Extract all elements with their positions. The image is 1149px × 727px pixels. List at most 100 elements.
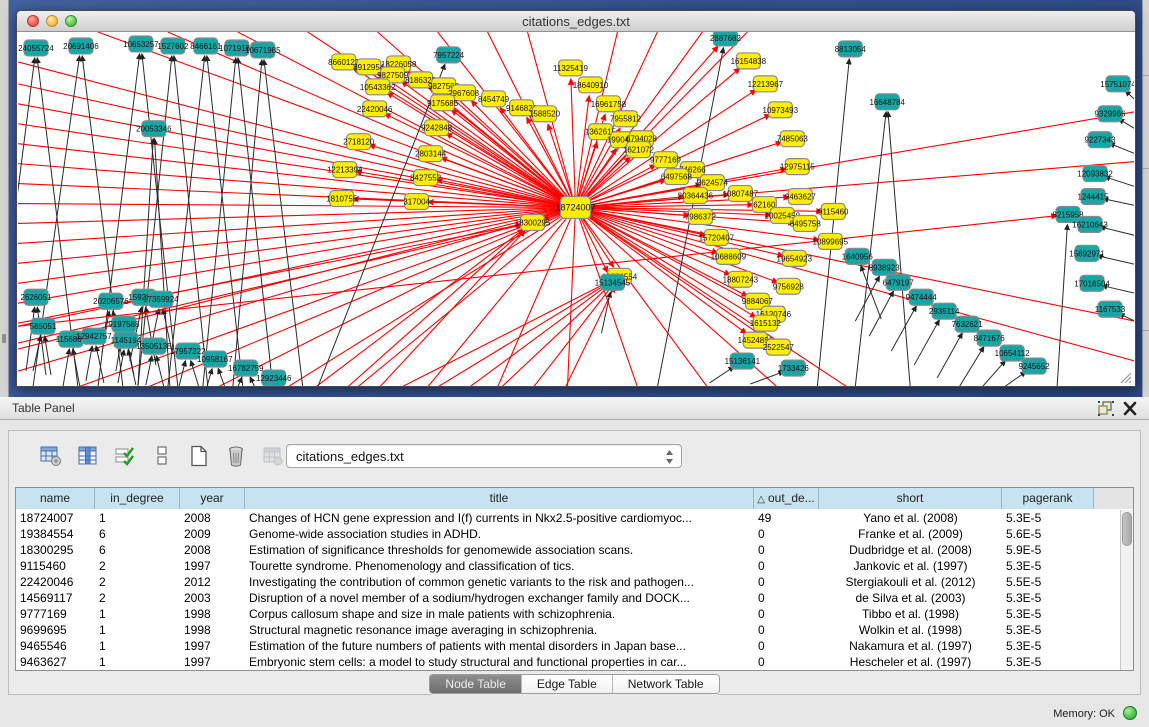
row-selection-icon[interactable] bbox=[113, 444, 137, 468]
table-row[interactable]: 2242004622012Investigating the contribut… bbox=[16, 574, 1120, 590]
table-row[interactable]: 1456911722003Disruption of a novel membe… bbox=[16, 590, 1120, 606]
table-cell: 0 bbox=[754, 622, 819, 638]
tab-edge-table[interactable]: Edge Table bbox=[521, 675, 612, 693]
network-desktop: citations_edges.txt 18724007183002951938… bbox=[0, 0, 1149, 397]
graph-node-label: 585051 bbox=[30, 322, 57, 331]
import-table-icon[interactable] bbox=[261, 444, 285, 468]
graph-node-label: 12975115 bbox=[780, 163, 815, 172]
table-cell: 22420046 bbox=[16, 574, 95, 590]
table-cell: 1998 bbox=[180, 622, 245, 638]
table-cell: 5.9E-5 bbox=[1002, 542, 1094, 558]
table-cell: Investigating the contribution of common… bbox=[245, 574, 754, 590]
graph-node-label: 16648784 bbox=[869, 98, 905, 107]
dropdown-stepper-icon bbox=[664, 448, 675, 466]
graph-node-label: 8813054 bbox=[835, 45, 867, 54]
splitter-grip[interactable] bbox=[2, 334, 6, 343]
right-panel-edge bbox=[1142, 0, 1149, 397]
float-panel-icon[interactable] bbox=[1097, 400, 1115, 417]
table-cell: 1 bbox=[95, 638, 180, 654]
scrollbar-thumb[interactable] bbox=[1122, 512, 1132, 546]
table-select-value: citations_edges.txt bbox=[296, 449, 404, 464]
tab-node-table[interactable]: Node Table bbox=[430, 675, 521, 693]
table-row[interactable]: 946554611997Estimation of the future num… bbox=[16, 638, 1120, 654]
new-table-icon[interactable] bbox=[187, 444, 211, 468]
table-row[interactable]: 1872400712008Changes of HCN gene express… bbox=[16, 510, 1120, 526]
graph-node-label: 9242848 bbox=[421, 124, 453, 133]
column-header-out-de-[interactable]: △out_de... bbox=[754, 488, 819, 509]
table-row[interactable]: 969969511998Structural magnetic resonanc… bbox=[16, 622, 1120, 638]
table-cell: 18300295 bbox=[16, 542, 95, 558]
table-row[interactable]: 1938455462009Genome-wide association stu… bbox=[16, 526, 1120, 542]
table-row[interactable]: 1830029562008Estimation of significance … bbox=[16, 542, 1120, 558]
graph-node-label: 20364436 bbox=[678, 192, 714, 201]
graph-node-label: 8495758 bbox=[790, 219, 822, 228]
graph-node-label: 9227343 bbox=[1085, 136, 1117, 145]
table-cell: 2 bbox=[95, 558, 180, 574]
column-header-year[interactable]: year bbox=[180, 488, 245, 509]
node-table: namein_degreeyeartitle△out_de...shortpag… bbox=[15, 487, 1134, 671]
window-titlebar[interactable]: citations_edges.txt bbox=[17, 11, 1135, 32]
table-cell: 9463627 bbox=[16, 654, 95, 670]
graph-node-label: 10671985 bbox=[245, 46, 281, 55]
panel-title: Table Panel bbox=[12, 401, 75, 415]
table-cell: 2008 bbox=[180, 510, 245, 526]
table-cell: 2 bbox=[95, 574, 180, 590]
delete-table-icon[interactable] bbox=[224, 444, 248, 468]
graph-node-label: 10653257 bbox=[123, 40, 159, 49]
graph-node-label: 16154838 bbox=[731, 57, 767, 66]
table-toolbar: f(x) bbox=[39, 441, 322, 471]
table-cell: 0 bbox=[754, 638, 819, 654]
table-row[interactable]: 911546021997Tourette syndrome. Phenomeno… bbox=[16, 558, 1120, 574]
table-row[interactable]: 946362711997Embryonic stem cells: a mode… bbox=[16, 654, 1120, 670]
column-header-pagerank[interactable]: pagerank bbox=[1002, 488, 1094, 509]
column-visibility-icon[interactable] bbox=[76, 444, 100, 468]
table-cell: 0 bbox=[754, 590, 819, 606]
table-cell: 5.3E-5 bbox=[1002, 558, 1094, 574]
graph-node-label: 10958167 bbox=[197, 355, 233, 364]
row-height-icon[interactable] bbox=[150, 444, 174, 468]
graph-node-label: 16210643 bbox=[1072, 220, 1108, 229]
table-cell: 5.3E-5 bbox=[1002, 590, 1094, 606]
graph-node-label: 17016504 bbox=[1074, 279, 1110, 288]
graph-node-label: 1621072 bbox=[623, 146, 655, 155]
column-header-short[interactable]: short bbox=[819, 488, 1002, 509]
graph-node-label: 9756928 bbox=[773, 282, 805, 291]
table-cell: 1997 bbox=[180, 558, 245, 574]
graph-node-label: 6497568 bbox=[661, 173, 693, 182]
table-cell: Stergiakouli et al. (2012) bbox=[819, 574, 1002, 590]
table-mode-icon[interactable] bbox=[39, 444, 63, 468]
table-select-dropdown[interactable]: citations_edges.txt bbox=[286, 444, 682, 468]
graph-node-label: 9474444 bbox=[906, 293, 938, 302]
table-cell: Tourette syndrome. Phenomenology and cla… bbox=[245, 558, 754, 574]
window-resize-grip[interactable] bbox=[1118, 370, 1132, 384]
table-cell: Jankovic et al. (1997) bbox=[819, 558, 1002, 574]
table-cell: 0 bbox=[754, 606, 819, 622]
table-cell: Genome-wide association studies in ADHD. bbox=[245, 526, 754, 542]
table-cell: 9777169 bbox=[16, 606, 95, 622]
graph-node-label: 1733426 bbox=[778, 364, 810, 373]
graph-node-label: 13505135 bbox=[136, 342, 172, 351]
graph-node-label: 7955812 bbox=[610, 115, 642, 124]
column-header-in-degree[interactable]: in_degree bbox=[95, 488, 180, 509]
network-canvas[interactable]: 1872400718300295193845548660123891295418… bbox=[18, 32, 1134, 386]
column-header-name[interactable]: name bbox=[16, 488, 95, 509]
sort-ascending-icon: △ bbox=[757, 494, 765, 505]
table-header-row: namein_degreeyeartitle△out_de...shortpag… bbox=[16, 488, 1133, 509]
column-header-title[interactable]: title bbox=[245, 488, 754, 509]
table-cell: Dudbridge et al. (2008) bbox=[819, 542, 1002, 558]
table-scrollbar[interactable] bbox=[1120, 510, 1133, 670]
table-cell: 1 bbox=[95, 622, 180, 638]
tab-network-table[interactable]: Network Table bbox=[612, 675, 719, 693]
close-panel-icon[interactable] bbox=[1121, 400, 1139, 417]
table-cell: Wolkin et al. (1998) bbox=[819, 622, 1002, 638]
table-cell: Structural magnetic resonance image aver… bbox=[245, 622, 754, 638]
graph-node-label: 16782759 bbox=[228, 364, 264, 373]
graph-node-label: 12213967 bbox=[748, 80, 784, 89]
graph-node-label: 1527602 bbox=[157, 42, 189, 51]
node-table-card: f(x) citations_edges.txt namein_degreeye… bbox=[8, 430, 1141, 695]
table-cell: 49 bbox=[754, 510, 819, 526]
graph-node-label: 9115460 bbox=[818, 207, 849, 216]
graph-node-label: 10543362 bbox=[360, 83, 396, 92]
graph-node-label: 3624574 bbox=[697, 179, 729, 188]
table-row[interactable]: 977716911998Corpus callosum shape and si… bbox=[16, 606, 1120, 622]
